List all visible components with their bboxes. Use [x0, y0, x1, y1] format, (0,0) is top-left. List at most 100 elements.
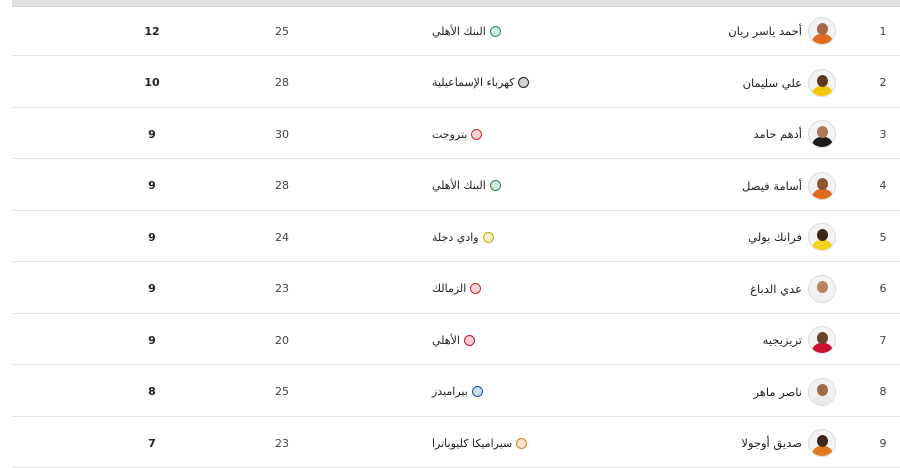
team-cell[interactable]: بتروجت	[432, 109, 572, 159]
team-name[interactable]: بيراميدز	[432, 385, 468, 398]
goals-cell: 9	[148, 282, 156, 295]
table-row[interactable]: 5 فرانك بولي وادي دجلة 24 9	[12, 212, 900, 262]
table-row[interactable]: 3 أدهم حامد بتروجت 30 9	[12, 109, 900, 159]
player-name[interactable]: علي سليمان	[743, 76, 802, 90]
team-name[interactable]: سيراميكا كليوباترا	[432, 437, 512, 450]
matches-cell: 28	[275, 76, 289, 89]
goals-cell: 9	[148, 230, 156, 244]
team-name[interactable]: وادي دجلة	[432, 231, 479, 244]
avatar-head	[817, 280, 828, 293]
table-row[interactable]: 6 عدي الدباغ الزمالك 23 9	[12, 264, 900, 314]
goals-cell: 7	[148, 436, 156, 450]
player-cell[interactable]: فرانك بولي	[576, 212, 836, 262]
player-avatar	[808, 377, 836, 406]
goals-cell: 9	[148, 127, 156, 141]
player-cell[interactable]: صديق أوجولا	[576, 418, 836, 468]
team-cell[interactable]: سيراميكا كليوباترا	[432, 418, 572, 468]
player-name[interactable]: فرانك بولي	[748, 230, 802, 244]
rank-cell: 7	[879, 333, 887, 347]
avatar-head	[817, 435, 828, 447]
player-cell[interactable]: عدي الدباغ	[576, 264, 836, 314]
table-row[interactable]: 8 ناصر ماهر بيراميدز 25 8	[12, 367, 900, 417]
matches-cell: 28	[275, 179, 289, 192]
team-cell[interactable]: البنك الأهلي	[432, 161, 572, 211]
avatar-head	[817, 383, 828, 396]
goals-cell: 8	[148, 385, 156, 398]
top-scorers-table: 1 أحمد ياسر ريان البنك الأهلي 25 12 2 علي سليم…	[0, 0, 900, 468]
player-avatar	[808, 274, 836, 303]
team-name[interactable]: الأهلي	[432, 334, 460, 347]
rank-cell: 4	[879, 179, 887, 192]
player-cell[interactable]: علي سليمان	[576, 58, 836, 108]
rank-cell: 9	[879, 436, 887, 450]
avatar-shirt	[812, 394, 833, 405]
player-name[interactable]: تريزيجيه	[763, 333, 802, 347]
player-avatar	[808, 120, 836, 148]
team-logo-icon	[516, 437, 528, 449]
table-row[interactable]: 9 صديق أوجولا سيراميكا كليوباترا 23 7	[12, 418, 900, 468]
table-row[interactable]: 2 علي سليمان كهرباء الإسماعيلية 28 10	[12, 58, 900, 108]
matches-cell: 23	[275, 282, 289, 295]
goals-cell: 9	[148, 179, 156, 192]
player-name[interactable]: أسامة فيصل	[742, 179, 802, 193]
goals-cell: 10	[144, 76, 160, 89]
player-cell[interactable]: ناصر ماهر	[576, 367, 836, 417]
team-name[interactable]: كهرباء الإسماعيلية	[432, 76, 514, 89]
avatar-shirt	[812, 188, 833, 199]
team-name[interactable]: البنك الأهلي	[432, 25, 486, 38]
avatar-head	[817, 177, 828, 190]
player-name[interactable]: أحمد ياسر ريان	[728, 24, 802, 38]
team-cell[interactable]: الأهلي	[432, 315, 572, 365]
team-logo-icon	[471, 386, 483, 397]
table-row[interactable]: 4 أسامة فيصل البنك الأهلي 28 9	[12, 161, 900, 211]
rank-cell: 1	[879, 24, 887, 38]
avatar-head	[817, 229, 828, 241]
team-cell[interactable]: كهرباء الإسماعيلية	[432, 58, 572, 108]
matches-cell: 23	[275, 436, 289, 450]
rank-cell: 3	[879, 127, 887, 141]
team-logo-icon	[471, 128, 483, 140]
player-cell[interactable]: أحمد ياسر ريان	[576, 6, 836, 56]
player-avatar	[808, 223, 836, 251]
team-cell[interactable]: وادي دجلة	[432, 212, 572, 262]
avatar-shirt	[812, 137, 833, 147]
rank-cell: 6	[879, 282, 887, 295]
player-avatar	[808, 171, 836, 200]
table-row[interactable]: 1 أحمد ياسر ريان البنك الأهلي 25 12	[12, 6, 900, 56]
player-name[interactable]: صديق أوجولا	[741, 436, 802, 450]
team-name[interactable]: الزمالك	[432, 282, 466, 295]
player-avatar	[808, 326, 836, 354]
team-logo-icon	[489, 25, 501, 37]
avatar-head	[817, 332, 828, 344]
team-cell[interactable]: البنك الأهلي	[432, 6, 572, 56]
player-avatar	[808, 17, 836, 45]
goals-cell: 9	[148, 333, 156, 347]
team-logo-icon	[518, 77, 530, 88]
avatar-shirt	[812, 343, 833, 353]
avatar-shirt	[812, 85, 833, 96]
matches-cell: 25	[275, 24, 289, 38]
matches-cell: 25	[275, 385, 289, 398]
avatar-head	[817, 126, 828, 138]
avatar-shirt	[812, 34, 833, 44]
team-logo-icon	[463, 334, 475, 346]
player-cell[interactable]: تريزيجيه	[576, 315, 836, 365]
player-cell[interactable]: أدهم حامد	[576, 109, 836, 159]
team-logo-icon	[482, 231, 494, 243]
player-name[interactable]: أدهم حامد	[754, 127, 803, 141]
matches-cell: 30	[275, 127, 289, 141]
goals-cell: 12	[144, 24, 160, 38]
team-cell[interactable]: الزمالك	[432, 264, 572, 314]
player-name[interactable]: عدي الدباغ	[750, 282, 802, 296]
avatar-shirt	[812, 291, 833, 302]
player-name[interactable]: ناصر ماهر	[753, 385, 802, 399]
rank-cell: 2	[879, 76, 887, 89]
avatar-head	[817, 23, 828, 35]
player-avatar	[808, 68, 836, 97]
player-cell[interactable]: أسامة فيصل	[576, 161, 836, 211]
team-name[interactable]: البنك الأهلي	[432, 179, 486, 192]
team-cell[interactable]: بيراميدز	[432, 367, 572, 417]
team-name[interactable]: بتروجت	[432, 128, 467, 141]
table-row[interactable]: 7 تريزيجيه الأهلي 20 9	[12, 315, 900, 365]
avatar-shirt	[812, 446, 833, 456]
